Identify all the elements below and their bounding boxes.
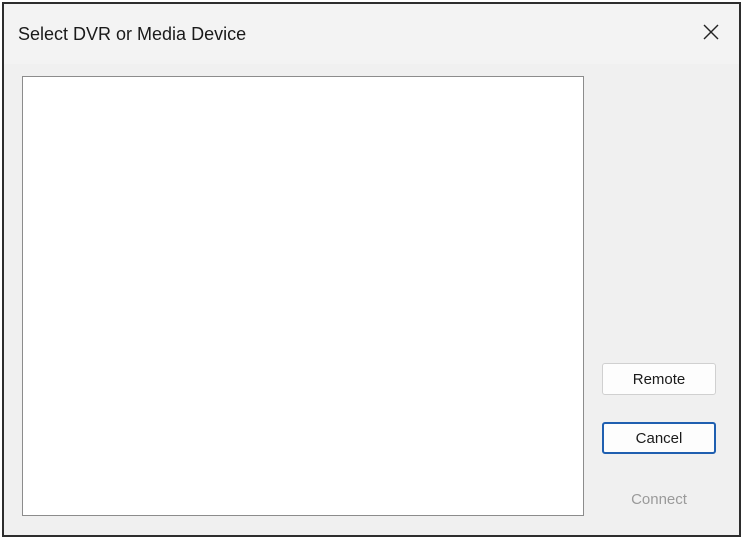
cancel-button[interactable]: Cancel xyxy=(602,422,716,454)
connect-button[interactable]: Connect xyxy=(602,483,716,515)
dialog-titlebar: Select DVR or Media Device xyxy=(4,4,739,64)
select-device-dialog: Select DVR or Media Device Remote Cancel… xyxy=(2,2,741,537)
dialog-title: Select DVR or Media Device xyxy=(18,24,247,44)
remote-button[interactable]: Remote xyxy=(602,363,716,395)
close-icon xyxy=(703,24,719,40)
close-button[interactable] xyxy=(697,18,725,46)
device-list[interactable] xyxy=(22,76,584,516)
